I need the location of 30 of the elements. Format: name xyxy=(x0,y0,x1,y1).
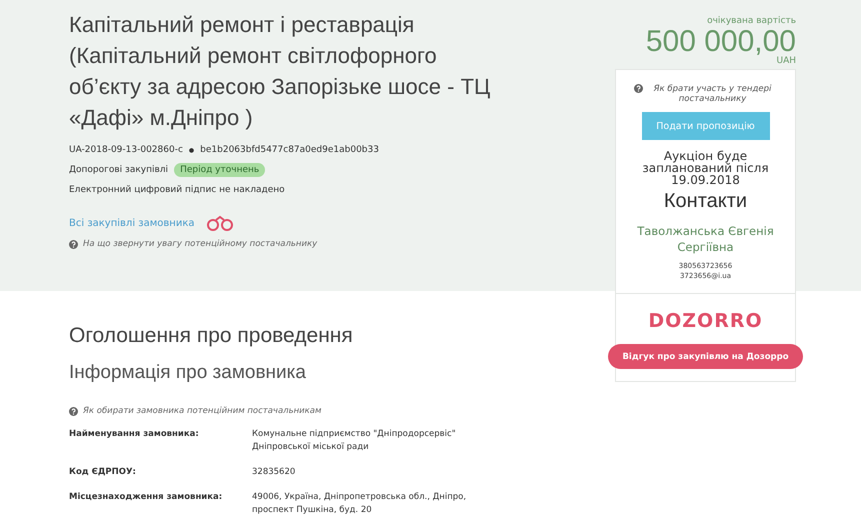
section-heading: Оголошення про проведення xyxy=(69,324,354,348)
signature-note: Електронний цифровий підпис не накладено xyxy=(69,185,285,195)
review-button[interactable]: Відгук про закупівлю на Дозорро xyxy=(608,344,803,369)
procedure-type: Допорогові закупівлі xyxy=(69,165,168,175)
contacts-heading: Контакти xyxy=(664,190,748,213)
attention-link[interactable]: На що звернути увагу потенційному постачальнику xyxy=(83,239,318,249)
field-value: Комунальне підприємство "Дніпродорсервіс" Дніпровської міської ради xyxy=(252,428,457,454)
tender-id: UA-2018-09-13-002860-c xyxy=(69,145,183,155)
help-icon xyxy=(69,406,78,416)
value-amount: 500 000,00 xyxy=(644,26,796,58)
section-subheading: Інформація про замовника xyxy=(69,362,307,384)
help-icon xyxy=(634,84,642,93)
field-label: Місцезнаходження замовника: xyxy=(69,491,224,504)
field-label: Код ЄДРПОУ: xyxy=(69,466,137,479)
all-procurements-link[interactable]: Всі закупівлі замовника xyxy=(69,218,194,228)
binoculars-icon xyxy=(206,215,234,231)
auction-note: Аукціон буде запланований після 19.09.2018 xyxy=(641,150,770,186)
field-value: 49006, Україна, Дніпропетровська обл., Дніпро, проспект Пушкіна, буд. 20 xyxy=(252,491,467,517)
help-link[interactable]: Як обирати замовника потенційним постачальникам xyxy=(83,406,322,416)
tender-title: Капітальний ремонт і реставрація (Капітальний ремонт світлофорного об’єкту за адресою Запорізьке шосе - ТЦ «Дафі» м.Дніпро ) xyxy=(69,11,492,132)
contact-name: Таволжанська Євгенія Сергіївна xyxy=(636,223,775,255)
field-label: Найменування замовника: xyxy=(69,428,200,441)
currency: UAH xyxy=(775,56,796,66)
tender-hash: be1b2063bfd5477c87a0ed9e1ab00b33 xyxy=(200,145,379,155)
logo: DOZORRO xyxy=(648,310,763,332)
status-badge: Період уточнень xyxy=(174,163,266,177)
field-value: 32835620 xyxy=(252,466,296,479)
help-icon xyxy=(69,240,78,248)
value-label: очікувана вартість xyxy=(706,16,796,26)
howto-link[interactable]: Як брати участь у тендері постачальнику xyxy=(648,84,778,104)
